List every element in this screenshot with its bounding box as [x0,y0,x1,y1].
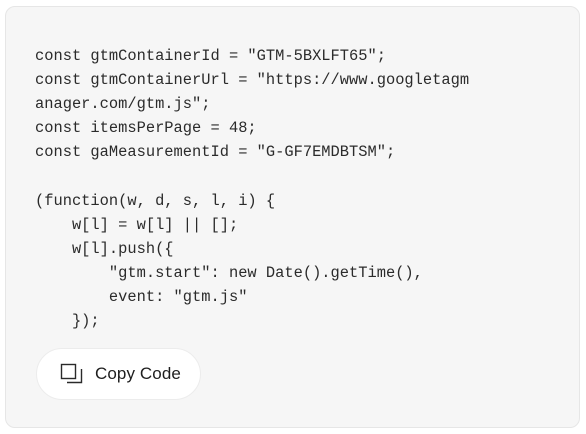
code-line: (function(w, d, s, l, i) { [35,191,276,210]
code-line: w[l].push({ [35,239,174,258]
code-line: const gtmContainerUrl = "https://www.goo… [35,71,470,90]
code-line: const gtmContainerId = "GTM-5BXLFT65"; [35,47,386,65]
code-block: const gtmContainerId = "GTM-5BXLFT65"; co… [35,44,575,333]
copy-code-button[interactable]: Copy Code [36,348,201,400]
code-line: anager.com/gtm.js"; [35,95,211,114]
code-line: event: "gtm.js" [35,287,248,306]
code-line: const gaMeasurementId = "G-GF7EMDBTSM"; [35,143,396,162]
code-line: w[l] = w[l] || []; [35,215,239,234]
code-line: const itemsPerPage = 48; [35,119,257,138]
copy-code-label: Copy Code [95,364,181,383]
code-line: "gtm.start": new Date().getTime(), [35,263,423,282]
code-line: }); [35,312,100,331]
copy-icon [60,363,84,385]
code-snippet-card: const gtmContainerId = "GTM-5BXLFT65"; co… [5,6,580,428]
